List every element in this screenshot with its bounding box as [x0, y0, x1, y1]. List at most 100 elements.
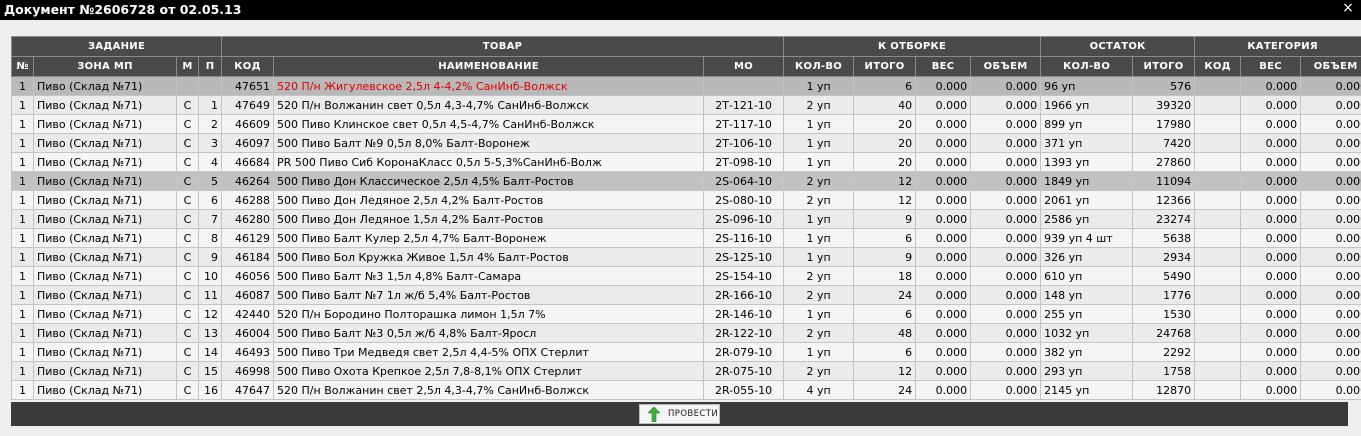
row-pick-volume: 0.000: [970, 152, 1042, 172]
col-zone[interactable]: ЗОНА МП: [33, 56, 177, 77]
arrow-up-shape: [648, 407, 660, 422]
row-cat-weight: 0.000: [1240, 209, 1302, 229]
row-name: 500 Пиво Балт Кулер 2,5л 4,7% Балт-Ворон…: [273, 228, 705, 248]
row-num: 1: [11, 171, 34, 191]
table-row[interactable]: 1 Пиво (Склад №71) С 2 46609 500 Пиво Клинско…: [11, 114, 1361, 134]
col-pick-total[interactable]: ИТОГО: [853, 56, 917, 77]
col-p[interactable]: П: [197, 56, 223, 77]
col-num[interactable]: №: [11, 56, 34, 77]
row-zone: Пиво (Склад №71): [33, 304, 177, 324]
close-icon[interactable]: ×: [1341, 0, 1355, 18]
table-row[interactable]: 1 Пиво (Склад №71) С 3 46097 500 Пиво Балт №9…: [11, 133, 1361, 153]
row-pick-qty: 2 уп: [783, 285, 855, 305]
row-num: 1: [11, 76, 34, 96]
row-cat-weight: 0.000: [1240, 114, 1302, 134]
row-rem-total: 1758: [1132, 361, 1196, 381]
col-pick-qty[interactable]: КОЛ-ВО: [783, 56, 855, 77]
col-rem-total[interactable]: ИТОГО: [1132, 56, 1196, 77]
row-rem-qty: 939 уп 4 шт: [1040, 228, 1134, 248]
row-cat-weight: 0.000: [1240, 361, 1302, 381]
row-pick-qty: 1 уп: [783, 228, 855, 248]
items-grid: ЗАДАНИЕ ТОВАР К ОТБОРКЕ ОСТАТОК КАТЕГОРИ…: [10, 36, 1361, 400]
table-body: 1 Пиво (Склад №71) 47651 520 П/н Жигулевско…: [11, 76, 1361, 400]
row-mo: 2S-116-10: [703, 228, 785, 248]
row-num: 1: [11, 323, 34, 343]
window-title: Документ №2606728 от 02.05.13: [4, 2, 242, 17]
table-row[interactable]: 1 Пиво (Склад №71) С 9 46184 500 Пиво Бол Кру…: [11, 247, 1361, 267]
row-rem-total: 12870: [1132, 380, 1196, 400]
col-cat-code[interactable]: КОД: [1194, 56, 1242, 77]
row-zone: Пиво (Склад №71): [33, 380, 177, 400]
row-rem-qty: 326 уп: [1040, 247, 1134, 267]
col-name[interactable]: НАИМЕНОВАНИЕ: [273, 56, 705, 77]
row-mo: 2R-079-10: [703, 342, 785, 362]
table-row[interactable]: 1 Пиво (Склад №71) С 8 46129 500 Пиво Балт Ку…: [11, 228, 1361, 248]
row-name: 500 Пиво Дон Ледяное 2,5л 4,2% Балт-Рост…: [273, 190, 705, 210]
row-pick-weight: 0.000: [915, 342, 972, 362]
row-cat-weight: 0.000: [1240, 190, 1302, 210]
row-mo: 2S-080-10: [703, 190, 785, 210]
row-mo: 2Т-117-10: [703, 114, 785, 134]
col-pick-weight[interactable]: ВЕС: [915, 56, 972, 77]
row-mo: 2R-146-10: [703, 304, 785, 324]
table-row[interactable]: 1 Пиво (Склад №71) С 15 46998 500 Пиво Охота …: [11, 361, 1361, 381]
table-row[interactable]: 1 Пиво (Склад №71) С 4 46684 PR 500 Пиво Сиб …: [11, 152, 1361, 172]
row-name: 500 Пиво Дон Классическое 2,5л 4,5% Балт…: [273, 171, 705, 191]
row-pick-volume: 0.000: [970, 190, 1042, 210]
table-row[interactable]: 1 Пиво (Склад №71) С 6 46288 500 Пиво Дон Лед…: [11, 190, 1361, 210]
row-rem-qty: 255 уп: [1040, 304, 1134, 324]
row-pick-total: 18: [853, 266, 917, 286]
col-rem-qty[interactable]: КОЛ-ВО: [1040, 56, 1134, 77]
table-row[interactable]: 1 Пиво (Склад №71) С 16 47647 520 П/н Волжани…: [11, 380, 1361, 400]
row-num: 1: [11, 247, 34, 267]
row-pick-weight: 0.000: [915, 133, 972, 153]
row-cat-weight: 0.000: [1240, 152, 1302, 172]
dialog-content: ЗАДАНИЕ ТОВАР К ОТБОРКЕ ОСТАТОК КАТЕГОРИ…: [0, 20, 1361, 436]
table-row[interactable]: 1 Пиво (Склад №71) С 1 47649 520 П/н Волжанин…: [11, 95, 1361, 115]
row-pick-qty: 1 уп: [783, 152, 855, 172]
row-m: С: [176, 380, 199, 400]
row-num: 1: [11, 133, 34, 153]
row-cat-volume: 0.000: [1300, 152, 1361, 172]
row-pick-weight: 0.000: [915, 361, 972, 381]
row-name: PR 500 Пиво Сиб КоронаКласс 0,5л 5-5,3%С…: [273, 152, 705, 172]
row-zone: Пиво (Склад №71): [33, 361, 177, 381]
submit-button[interactable]: ПРОВЕСТИ: [639, 404, 720, 424]
col-cat-volume[interactable]: ОБЪЕМ: [1300, 56, 1361, 77]
row-p: 10: [197, 266, 223, 286]
table-row[interactable]: 1 Пиво (Склад №71) С 12 42440 520 П/н Бородин…: [11, 304, 1361, 324]
row-m: С: [176, 323, 199, 343]
table-row[interactable]: 1 Пиво (Склад №71) С 5 46264 500 Пиво Дон Кла…: [11, 171, 1361, 191]
row-pick-total: 12: [853, 190, 917, 210]
table-row[interactable]: 1 Пиво (Склад №71) С 13 46004 500 Пиво Балт №…: [11, 323, 1361, 343]
row-p: 7: [197, 209, 223, 229]
table-row[interactable]: 1 Пиво (Склад №71) С 7 46280 500 Пиво Дон Лед…: [11, 209, 1361, 229]
row-cat-weight: 0.000: [1240, 304, 1302, 324]
row-cat-weight: 0.000: [1240, 323, 1302, 343]
table-row[interactable]: 1 Пиво (Склад №71) 47651 520 П/н Жигулевско…: [11, 76, 1361, 96]
col-mo[interactable]: МО: [703, 56, 785, 77]
row-pick-volume: 0.000: [970, 266, 1042, 286]
row-pick-volume: 0.000: [970, 323, 1042, 343]
row-mo: [703, 76, 785, 96]
table-row[interactable]: 1 Пиво (Склад №71) С 10 46056 500 Пиво Балт №…: [11, 266, 1361, 286]
row-cat-code: [1194, 114, 1242, 134]
table-row[interactable]: 1 Пиво (Склад №71) С 11 46087 500 Пиво Балт №…: [11, 285, 1361, 305]
row-rem-qty: 1966 уп: [1040, 95, 1134, 115]
row-cat-volume: 0.000: [1300, 133, 1361, 153]
row-mo: 2R-075-10: [703, 361, 785, 381]
col-pick-volume[interactable]: ОБЪЕМ: [970, 56, 1042, 77]
row-pick-total: 24: [853, 285, 917, 305]
row-zone: Пиво (Склад №71): [33, 152, 177, 172]
row-cat-weight: 0.000: [1240, 228, 1302, 248]
row-cat-code: [1194, 76, 1242, 96]
row-cat-weight: 0.000: [1240, 380, 1302, 400]
row-rem-qty: 382 уп: [1040, 342, 1134, 362]
col-cat-weight[interactable]: ВЕС: [1240, 56, 1302, 77]
col-m[interactable]: М: [176, 56, 199, 77]
group-header-row: ЗАДАНИЕ ТОВАР К ОТБОРКЕ ОСТАТОК КАТЕГОРИ…: [10, 36, 1361, 57]
row-rem-total: 2934: [1132, 247, 1196, 267]
row-code: 46087: [221, 285, 275, 305]
col-code[interactable]: КОД: [221, 56, 275, 77]
table-row[interactable]: 1 Пиво (Склад №71) С 14 46493 500 Пиво Три Ме…: [11, 342, 1361, 362]
